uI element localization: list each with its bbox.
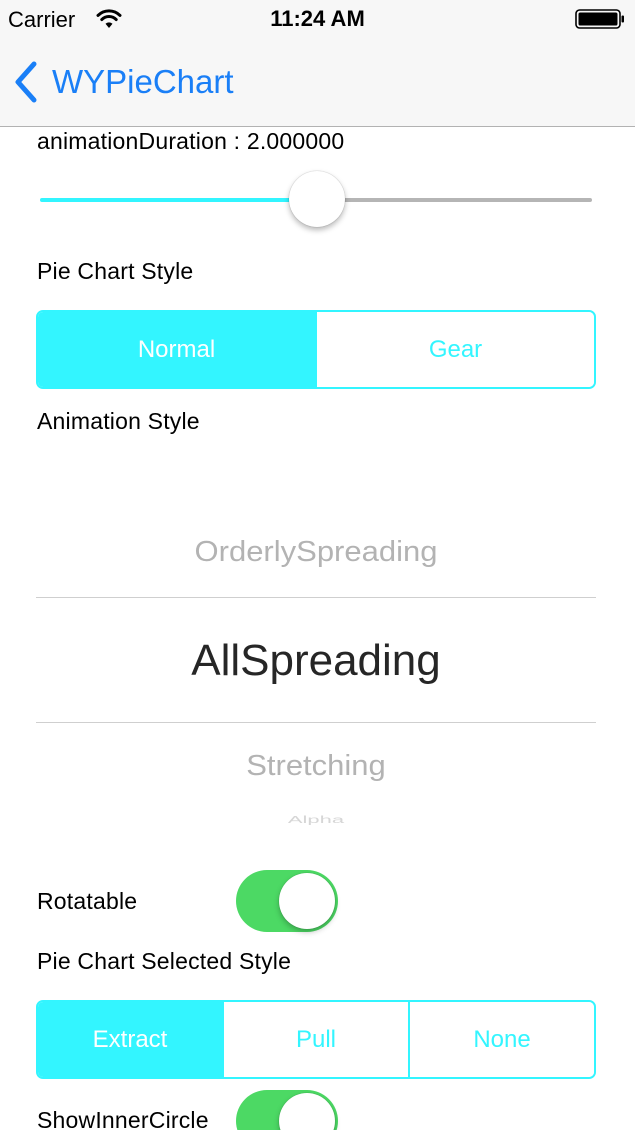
show-inner-circle-switch[interactable]: [236, 1090, 338, 1130]
switch-knob: [279, 873, 335, 929]
battery-icon: [575, 9, 624, 29]
slider-track-max: [317, 198, 592, 202]
chevron-left-icon[interactable]: [12, 60, 40, 104]
segment-normal[interactable]: Normal: [38, 312, 315, 387]
pie-chart-style-label: Pie Chart Style: [37, 258, 194, 284]
rotatable-label: Rotatable: [37, 888, 138, 914]
animation-duration-slider[interactable]: [40, 168, 592, 228]
picker-selection-top-line: [36, 597, 596, 598]
navigation-bar: WYPieChart: [0, 40, 635, 127]
picker-item[interactable]: Alpha: [36, 814, 596, 826]
rotatable-switch[interactable]: [236, 870, 338, 932]
segment-pull[interactable]: Pull: [222, 1002, 408, 1077]
picker-selection-bottom-line: [36, 722, 596, 723]
segment-none[interactable]: None: [408, 1002, 594, 1077]
animation-style-picker[interactable]: OrderlySpreading AllSpreading Stretching…: [36, 470, 596, 830]
selected-style-segmented-control: Extract Pull None: [36, 1000, 596, 1079]
segment-gear[interactable]: Gear: [315, 312, 594, 387]
picker-item[interactable]: Stretching: [36, 749, 596, 782]
segment-extract[interactable]: Extract: [38, 1002, 222, 1077]
slider-track-min: [40, 198, 317, 202]
pie-chart-style-segmented-control: Normal Gear: [36, 310, 596, 389]
switch-knob: [279, 1093, 335, 1130]
pie-chart-selected-style-label: Pie Chart Selected Style: [37, 948, 292, 974]
picker-item[interactable]: OrderlySpreading: [36, 535, 596, 568]
animation-duration-label: animationDuration : 2.000000: [37, 128, 345, 154]
slider-thumb[interactable]: [289, 171, 345, 227]
show-inner-circle-label: ShowInnerCircle: [37, 1107, 209, 1130]
nav-back-title[interactable]: WYPieChart: [52, 63, 234, 101]
status-time: 11:24 AM: [270, 6, 365, 31]
status-bar: Carrier 11:24 AM: [0, 0, 635, 40]
picker-item-selected[interactable]: AllSpreading: [36, 636, 596, 686]
animation-style-label: Animation Style: [37, 408, 200, 434]
